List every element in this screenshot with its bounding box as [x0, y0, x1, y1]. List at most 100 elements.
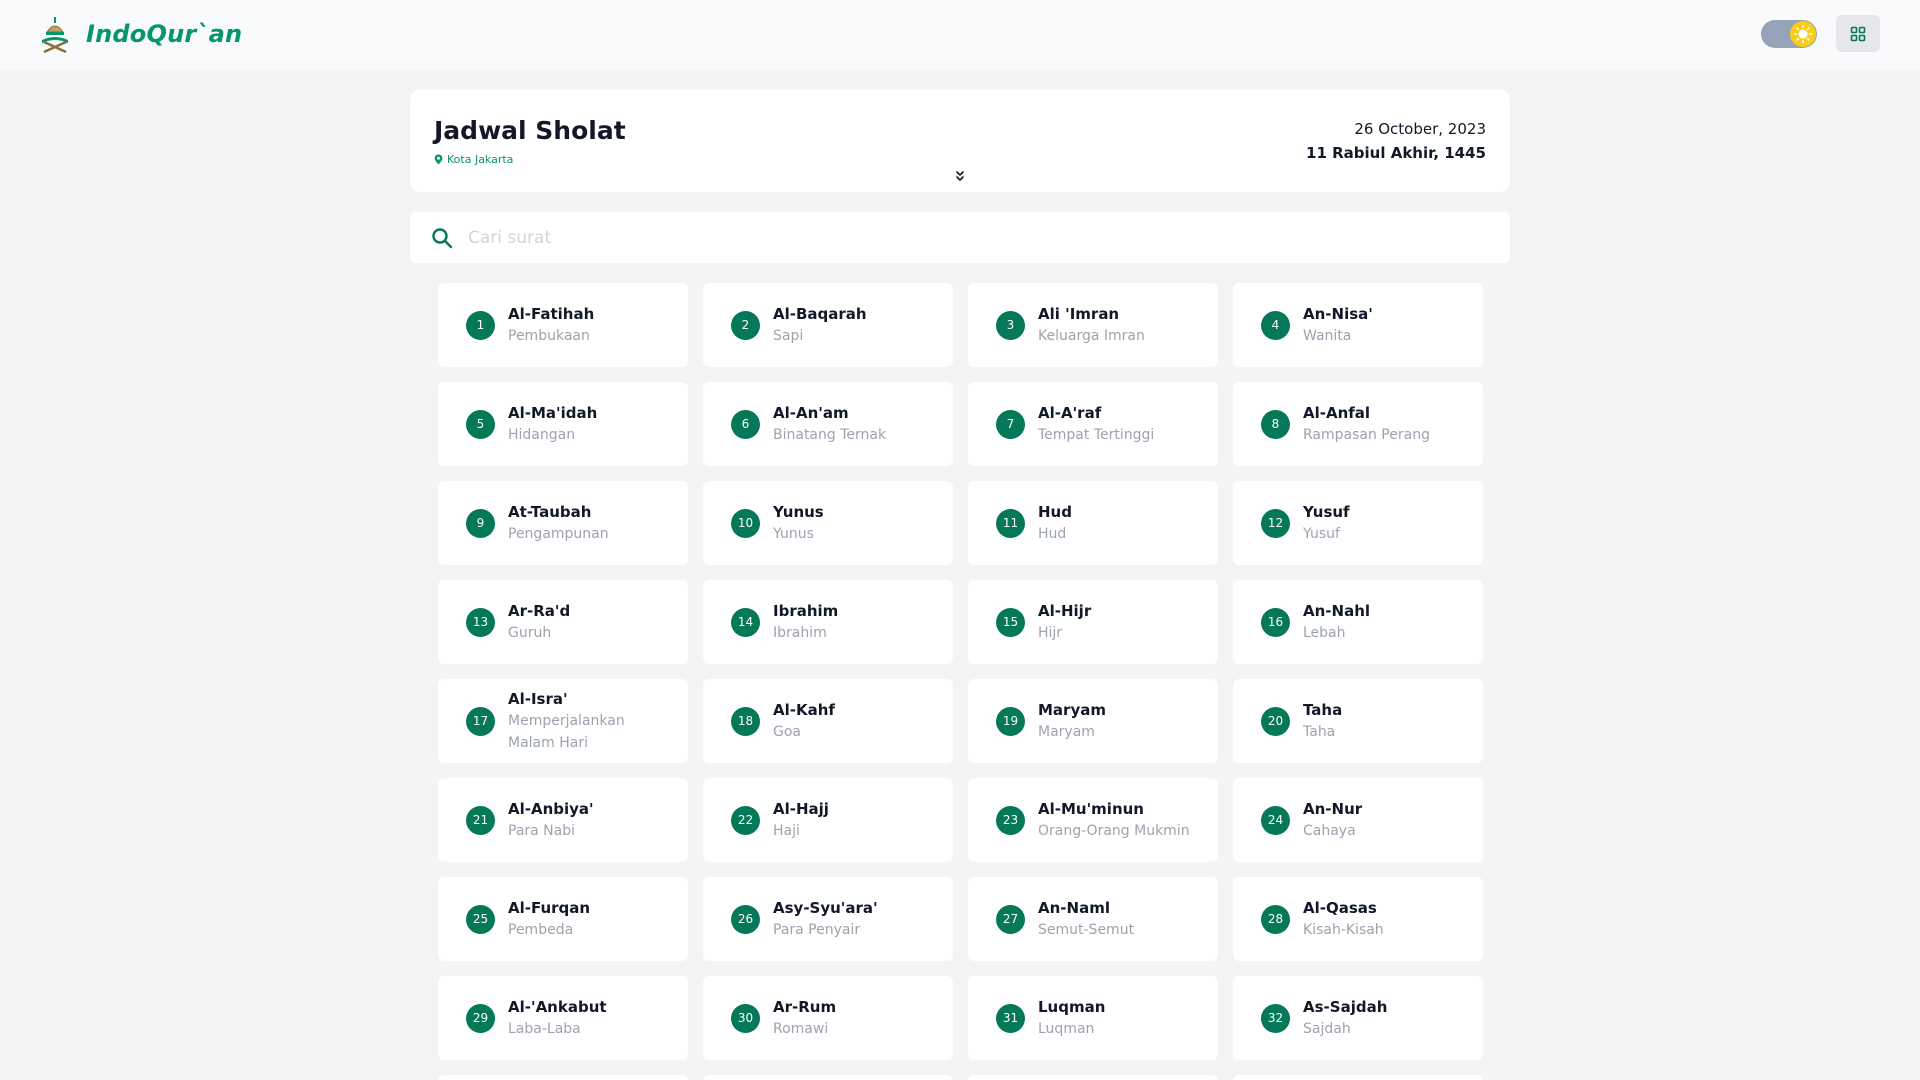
search-input[interactable] [468, 220, 1488, 256]
surah-name: Hud [1038, 503, 1072, 521]
surah-number-badge: 32 [1261, 1003, 1290, 1033]
surah-meaning: Hud [1038, 526, 1067, 542]
surah-name: Al-Anfal [1303, 404, 1371, 422]
surah-text: An-Nahl Lebah [1303, 600, 1370, 644]
surah-number-badge: 31 [996, 1003, 1025, 1033]
prayer-location[interactable]: Kota Jakarta [434, 153, 513, 166]
surah-meaning: Orang-Orang Mukmin [1038, 823, 1190, 839]
surah-number-badge: 15 [996, 607, 1025, 637]
surah-card[interactable]: 3 Ali 'Imran Keluarga Imran [968, 283, 1218, 367]
surah-meaning: Luqman [1038, 1021, 1095, 1037]
surah-number-badge: 10 [731, 508, 760, 538]
surah-card[interactable]: 21 Al-Anbiya' Para Nabi [438, 778, 688, 862]
surah-card[interactable]: 16 An-Nahl Lebah [1233, 580, 1483, 664]
surah-card-partial[interactable] [438, 1075, 688, 1080]
surah-name: Al-Anbiya' [508, 800, 594, 818]
surah-text: Asy-Syu'ara' Para Penyair [773, 897, 878, 941]
prayer-schedule-card: Jadwal Sholat Kota Jakarta 26 October, 2… [410, 90, 1510, 192]
surah-card[interactable]: 4 An-Nisa' Wanita [1233, 283, 1483, 367]
brand-name: IndoQur`an [86, 20, 243, 48]
surah-card[interactable]: 22 Al-Hajj Haji [703, 778, 953, 862]
surah-card[interactable]: 9 At-Taubah Pengampunan [438, 481, 688, 565]
surah-text: At-Taubah Pengampunan [508, 501, 609, 545]
surah-text: An-Nisa' Wanita [1303, 303, 1373, 347]
surah-card[interactable]: 31 Luqman Luqman [968, 976, 1218, 1060]
surah-text: Al-'Ankabut Laba-Laba [508, 996, 607, 1040]
surah-card[interactable]: 12 Yusuf Yusuf [1233, 481, 1483, 565]
surah-card-partial[interactable] [968, 1075, 1218, 1080]
surah-text: Al-Ma'idah Hidangan [508, 402, 597, 446]
surah-name: An-Nisa' [1303, 305, 1373, 323]
surah-card[interactable]: 25 Al-Furqan Pembeda [438, 877, 688, 961]
surah-meaning: Kisah-Kisah [1303, 922, 1384, 938]
surah-text: Al-Kahf Goa [773, 699, 835, 743]
surah-card[interactable]: 14 Ibrahim Ibrahim [703, 580, 953, 664]
surah-card[interactable]: 10 Yunus Yunus [703, 481, 953, 565]
surah-card[interactable]: 19 Maryam Maryam [968, 679, 1218, 763]
surah-number-badge: 13 [466, 607, 495, 637]
theme-toggle[interactable] [1761, 20, 1817, 48]
surah-card[interactable]: 18 Al-Kahf Goa [703, 679, 953, 763]
surah-card[interactable]: 27 An-Naml Semut-Semut [968, 877, 1218, 961]
surah-text: Al-Furqan Pembeda [508, 897, 590, 941]
surah-card[interactable]: 8 Al-Anfal Rampasan Perang [1233, 382, 1483, 466]
surah-name: Al-Isra' [508, 690, 568, 708]
surah-card[interactable]: 23 Al-Mu'minun Orang-Orang Mukmin [968, 778, 1218, 862]
surah-text: Al-An'am Binatang Ternak [773, 402, 886, 446]
surah-name: Al-Kahf [773, 701, 835, 719]
surah-card[interactable]: 15 Al-Hijr Hijr [968, 580, 1218, 664]
surah-text: Ar-Ra'd Guruh [508, 600, 570, 644]
surah-card[interactable]: 20 Taha Taha [1233, 679, 1483, 763]
surah-name: Yunus [773, 503, 824, 521]
surah-card[interactable]: 28 Al-Qasas Kisah-Kisah [1233, 877, 1483, 961]
surah-text: Al-A'raf Tempat Tertinggi [1038, 402, 1154, 446]
surah-text: An-Naml Semut-Semut [1038, 897, 1134, 941]
surah-card[interactable]: 1 Al-Fatihah Pembukaan [438, 283, 688, 367]
surah-name: An-Nahl [1303, 602, 1371, 620]
surah-name: Al-'Ankabut [508, 998, 607, 1016]
surah-card[interactable]: 2 Al-Baqarah Sapi [703, 283, 953, 367]
gregorian-date: 26 October, 2023 [1354, 120, 1486, 138]
surah-text: Al-Anfal Rampasan Perang [1303, 402, 1430, 446]
surah-card-partial[interactable] [1233, 1075, 1483, 1080]
surah-name: An-Naml [1038, 899, 1110, 917]
surah-meaning: Sapi [773, 328, 804, 344]
surah-card[interactable]: 32 As-Sajdah Sajdah [1233, 976, 1483, 1060]
surah-card[interactable]: 7 Al-A'raf Tempat Tertinggi [968, 382, 1218, 466]
surah-meaning: Keluarga Imran [1038, 328, 1145, 344]
surah-card[interactable]: 11 Hud Hud [968, 481, 1218, 565]
surah-number-badge: 11 [996, 508, 1025, 538]
surah-card-partial[interactable] [703, 1075, 953, 1080]
surah-name: Maryam [1038, 701, 1106, 719]
surah-number-badge: 2 [731, 310, 760, 340]
surah-card[interactable]: 30 Ar-Rum Romawi [703, 976, 953, 1060]
surah-card[interactable]: 6 Al-An'am Binatang Ternak [703, 382, 953, 466]
surah-number-badge: 3 [996, 310, 1025, 340]
surah-meaning: Rampasan Perang [1303, 427, 1430, 443]
surah-text: Ar-Rum Romawi [773, 996, 836, 1040]
surah-number-badge: 12 [1261, 508, 1290, 538]
surah-meaning: Romawi [773, 1021, 829, 1037]
surah-card[interactable]: 13 Ar-Ra'd Guruh [438, 580, 688, 664]
surah-name: Taha [1303, 701, 1343, 719]
surah-number-badge: 29 [466, 1003, 495, 1033]
search-icon [432, 228, 453, 249]
location-label: Kota Jakarta [447, 153, 514, 166]
surah-number-badge: 1 [466, 310, 495, 340]
surah-meaning: Maryam [1038, 724, 1095, 740]
surah-name: As-Sajdah [1303, 998, 1388, 1016]
surah-card[interactable]: 29 Al-'Ankabut Laba-Laba [438, 976, 688, 1060]
surah-name: Al-A'raf [1038, 404, 1102, 422]
surah-card[interactable]: 17 Al-Isra' Memperjalankan Malam Hari [438, 679, 688, 763]
surah-card[interactable]: 26 Asy-Syu'ara' Para Penyair [703, 877, 953, 961]
surah-card[interactable]: 5 Al-Ma'idah Hidangan [438, 382, 688, 466]
grid-view-button[interactable] [1836, 15, 1880, 52]
brand-home-link[interactable]: IndoQur`an [38, 14, 242, 54]
surah-name: At-Taubah [508, 503, 592, 521]
surah-card[interactable]: 24 An-Nur Cahaya [1233, 778, 1483, 862]
chevron-double-down-icon[interactable] [954, 169, 966, 183]
surah-name: Al-An'am [773, 404, 849, 422]
surah-text: Al-Isra' Memperjalankan Malam Hari [508, 688, 668, 754]
surah-meaning: Wanita [1303, 328, 1352, 344]
surah-text: Al-Mu'minun Orang-Orang Mukmin [1038, 798, 1190, 842]
